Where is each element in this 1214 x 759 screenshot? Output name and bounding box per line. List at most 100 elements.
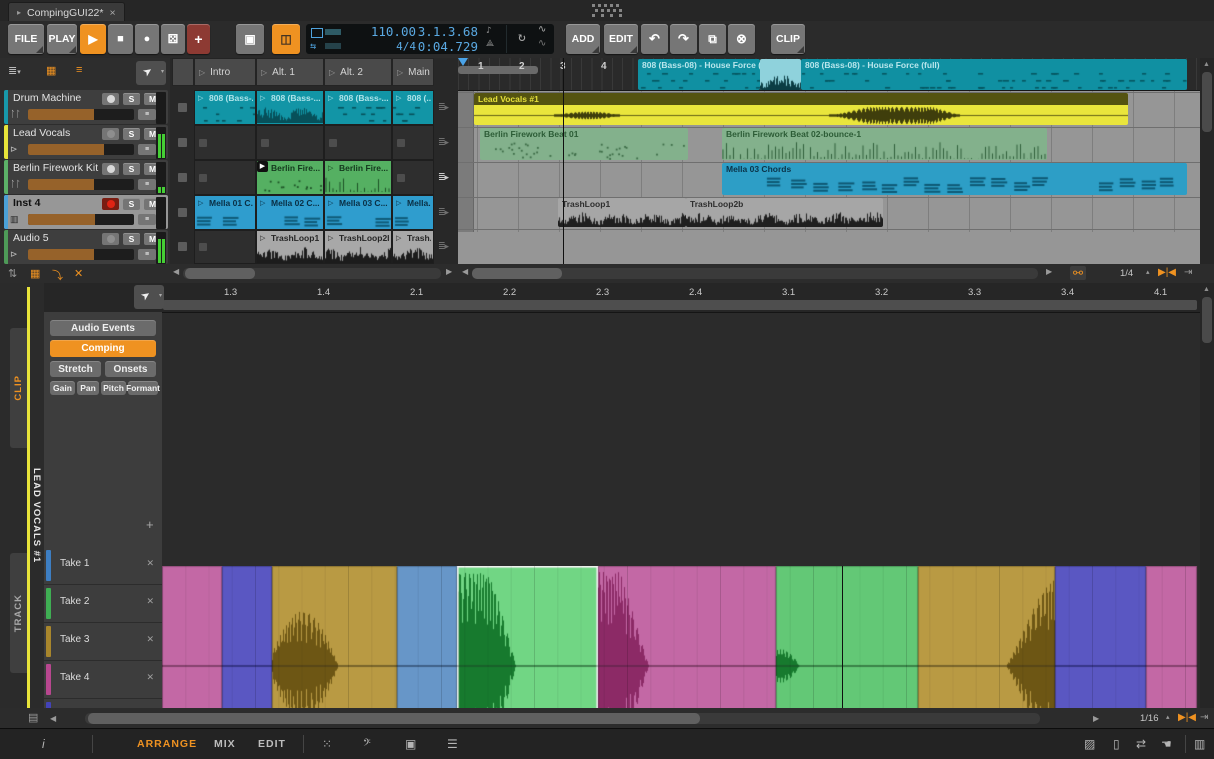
record-arm-button[interactable] [102, 128, 119, 140]
comping-button[interactable]: Comping [50, 340, 156, 357]
track-stop-button[interactable] [178, 242, 187, 251]
audio-events-button[interactable]: Audio Events [50, 320, 156, 336]
track-row[interactable]: Drum MachineSMᛚᛚ≡ [4, 90, 168, 124]
scene-launch-icon[interactable]: ≣▸ [438, 241, 448, 252]
solo-button[interactable]: S [123, 93, 140, 105]
stop-button[interactable]: ■ [108, 24, 133, 54]
info-icon[interactable]: i [42, 737, 45, 751]
document-tab[interactable]: ▸ CompingGUI22* × [8, 2, 125, 22]
undo-icon[interactable]: ↶ [641, 24, 668, 54]
launcher-empty-cell[interactable] [256, 125, 324, 160]
gain-button[interactable]: Gain [50, 381, 75, 395]
clip-play-icon[interactable]: ▷ [328, 94, 333, 102]
launcher-clip[interactable]: ▷Berlin Fire... [324, 160, 392, 195]
scene-launch-header[interactable]: ▷Alt. 1 [256, 58, 324, 86]
arranger-scroll-right-icon[interactable]: ▶ [1046, 267, 1052, 276]
arranger-clip[interactable]: TrashLoop2b [686, 198, 883, 227]
track-menu-button[interactable]: ≡ [138, 214, 156, 225]
track-menu-button[interactable]: ≡ [138, 109, 156, 120]
columns-icon[interactable]: ☰ [447, 737, 458, 751]
launcher-focus-icon[interactable]: ⇆ [310, 41, 316, 52]
punch-in-icon[interactable]: ♪ [486, 26, 491, 36]
pitch-button[interactable]: Pitch [101, 381, 126, 395]
clip-launcher-toggle-icon[interactable]: ⁙ [322, 737, 332, 751]
arranger-clip[interactable]: 808 (Bass-08) - House Force ( [638, 59, 760, 90]
editor-tool-button[interactable]: ➤ ▾ [134, 285, 164, 309]
record-button[interactable]: ● [135, 24, 159, 54]
stretch-button[interactable]: Stretch [50, 361, 101, 377]
editor-hscrollbar[interactable] [85, 713, 1040, 724]
editor-snap-value[interactable]: 1/16 [1140, 713, 1159, 724]
take-delete-icon[interactable]: ✕ [146, 558, 154, 569]
adaptive-grid-icon[interactable]: ⇥ [1200, 712, 1208, 723]
formant-button[interactable]: Formant [128, 381, 158, 395]
follow-playback-icon[interactable]: ⤵ [52, 267, 63, 283]
editor-scroll-right-icon[interactable]: ▶ [1093, 714, 1099, 723]
time-value[interactable]: 0:04.729 [418, 39, 478, 54]
file-button[interactable]: FILE [8, 24, 44, 54]
track-menu-button[interactable]: ≡ [138, 249, 156, 260]
arranger-clip[interactable] [760, 59, 801, 90]
launcher-clip[interactable]: ▶Berlin Fire... [256, 160, 324, 195]
launcher-clip[interactable]: ▷Trash... [392, 230, 434, 264]
track-row[interactable]: Audio 5SM⊳≡ [4, 230, 168, 264]
record-arm-button[interactable] [102, 93, 119, 105]
solo-button[interactable]: S [123, 198, 140, 210]
launcher-clip[interactable]: ▷808 (... [392, 90, 434, 125]
add-track-button[interactable]: + [187, 24, 210, 54]
tempo-value[interactable]: 110.00 [371, 24, 416, 39]
arranger-clip[interactable]: Mella 03 Chords [722, 163, 1187, 195]
launcher-scroll-left-icon[interactable]: ◀ [173, 267, 179, 276]
volume-slider[interactable] [28, 249, 134, 260]
dual-display-icon[interactable]: ▣ [405, 737, 416, 751]
play-menu-button[interactable]: PLAY [47, 24, 77, 54]
snap-caret-icon[interactable]: ▴ [1166, 713, 1170, 721]
scene-play-icon[interactable]: ▷ [199, 68, 205, 77]
grid-mode-icon[interactable]: ▦ [30, 267, 40, 280]
scroll-up-icon[interactable]: ▲ [1203, 286, 1210, 293]
record-arm-button[interactable] [102, 233, 119, 245]
volume-slider[interactable] [28, 109, 134, 120]
clip-play-icon[interactable]: ▷ [396, 199, 401, 207]
pan-button[interactable]: Pan [77, 381, 99, 395]
arranger-clip[interactable]: Berlin Firework Beat 01 [480, 128, 688, 160]
snap-to-grid-icon[interactable]: ▶|◀ [1158, 267, 1176, 278]
take-delete-icon[interactable]: ✕ [146, 672, 154, 683]
track-stop-button[interactable] [178, 138, 187, 147]
scene-play-icon[interactable]: ▷ [261, 68, 267, 77]
track-stop-button[interactable] [178, 103, 187, 112]
scene-launch-icon[interactable]: ≣▸ [438, 207, 448, 218]
editor-scroll-left-icon[interactable]: ◀ [50, 714, 56, 723]
track-stop-button[interactable] [178, 208, 187, 217]
launcher-grid-view-icon[interactable]: ▦ [46, 64, 56, 77]
clip-play-icon[interactable]: ▷ [198, 199, 203, 207]
scene-launch-icon[interactable]: ≣▸ [438, 102, 448, 113]
clip-play-icon[interactable]: ▷ [396, 94, 401, 102]
arranger-clip[interactable]: TrashLoop1 [558, 198, 686, 227]
clip-button[interactable]: CLIP [771, 24, 805, 54]
take-delete-icon[interactable]: ✕ [146, 634, 154, 645]
launcher-clip[interactable]: ▷Mella 03 C... [324, 195, 392, 230]
stop-all-clips-icon[interactable]: ✕ [74, 267, 83, 280]
editor-zoom-range-bar[interactable] [163, 300, 1197, 310]
track-row[interactable]: Inst 4SM▥≡ [4, 195, 168, 229]
mix-view-tab[interactable]: MIX [214, 738, 236, 750]
scene-launch-icon[interactable]: ≣▸ [438, 172, 448, 183]
clip-play-icon[interactable]: ▷ [396, 234, 401, 242]
scene-play-icon[interactable]: ▷ [329, 68, 335, 77]
play-button[interactable]: ▶ [80, 24, 106, 54]
track-row[interactable]: Lead VocalsSM⊳≡ [4, 125, 168, 159]
solo-button[interactable]: S [123, 163, 140, 175]
display-profile-icon[interactable]: ◫ [272, 24, 300, 54]
record-arm-button[interactable] [102, 163, 119, 175]
track-row[interactable]: Berlin Firework KitSMᛚᛚ≡ [4, 160, 168, 194]
arranger-focus-icon[interactable] [311, 28, 323, 38]
arrange-view-tab[interactable]: ARRANGE [137, 738, 197, 750]
clip-play-icon[interactable]: ▷ [260, 234, 265, 242]
editor-vscrollbar[interactable]: ▲ [1200, 283, 1214, 708]
launcher-empty-cell[interactable] [324, 125, 392, 160]
edit-view-tab[interactable]: EDIT [258, 738, 286, 750]
scene-launch-header[interactable]: ▷Main [392, 58, 434, 86]
launcher-clip[interactable]: ▷Mella... [392, 195, 434, 230]
snap-caret-icon[interactable]: ▴ [1146, 268, 1150, 276]
